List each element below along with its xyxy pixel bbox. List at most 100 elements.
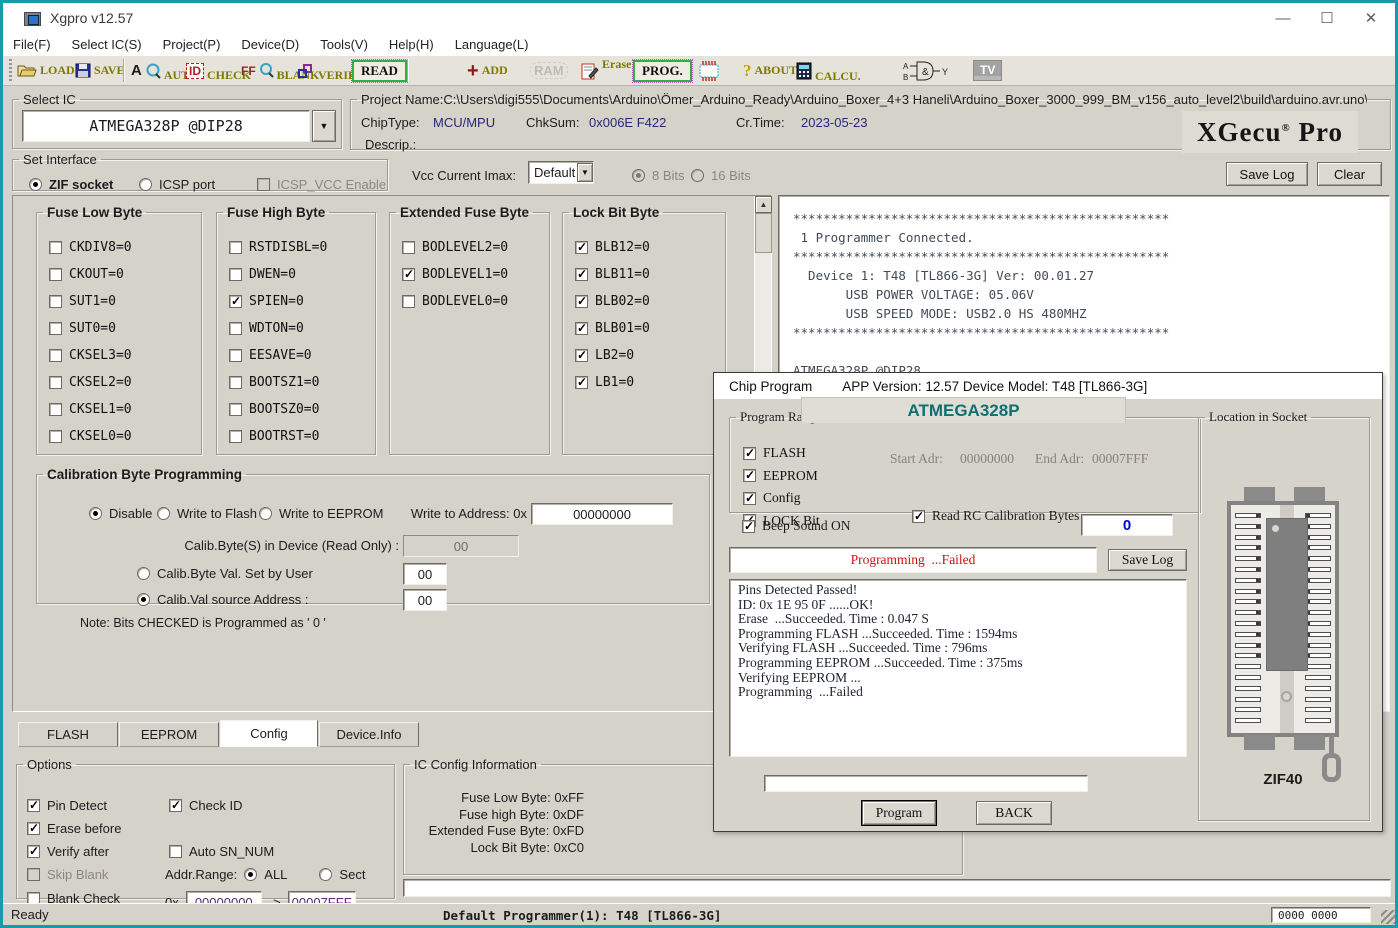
menu-language[interactable]: Language(L) <box>455 37 529 52</box>
write-address-input[interactable]: 00000000 <box>531 503 673 525</box>
menu-select-ic[interactable]: Select IC(S) <box>72 37 142 52</box>
menu-file[interactable]: File(F) <box>13 37 51 52</box>
checkbox-box[interactable] <box>49 376 62 389</box>
dialog-save-log-button[interactable]: Save Log <box>1108 549 1187 571</box>
checkbox-box[interactable] <box>402 268 415 281</box>
menu-project[interactable]: Project(P) <box>163 37 221 52</box>
checkbox-ckdiv8-0[interactable]: CKDIV8=0 <box>49 240 201 255</box>
checkbox-box[interactable] <box>229 349 242 362</box>
menu-device[interactable]: Device(D) <box>241 37 299 52</box>
addr-all-radio[interactable] <box>244 868 257 881</box>
checkbox-lb1-0[interactable]: LB1=0 <box>575 375 725 390</box>
zif-socket-radio[interactable]: ZIF socket <box>29 177 113 192</box>
about-button[interactable]: ? ABOUT <box>743 56 797 85</box>
minimize-button[interactable]: — <box>1261 3 1305 33</box>
back-button[interactable]: BACK <box>976 801 1052 825</box>
read-rc-checkbox[interactable]: Read RC Calibration Bytes <box>912 508 1079 524</box>
checkbox-eesave-0[interactable]: EESAVE=0 <box>229 348 375 363</box>
auto-sn-checkbox[interactable]: Auto SN_NUM <box>169 844 274 859</box>
src-addr-input[interactable]: 00 <box>403 589 447 611</box>
checkbox-box[interactable] <box>229 403 242 416</box>
erase-button[interactable]: Erase <box>581 56 631 85</box>
beep-sound-checkbox[interactable]: Beep Sound ON <box>742 518 851 534</box>
calib-disable-radio[interactable]: Disable <box>89 506 152 521</box>
checkbox-box[interactable] <box>402 295 415 308</box>
checkbox-box[interactable] <box>575 376 588 389</box>
ic-dropdown-button[interactable]: ▼ <box>312 110 336 142</box>
checkbox-box[interactable] <box>575 268 588 281</box>
tab-flash[interactable]: FLASH <box>18 722 118 747</box>
vcc-dropdown-button[interactable]: ▼ <box>577 163 593 182</box>
calib-src-addr-radio[interactable]: Calib.Val source Address : <box>137 592 309 607</box>
menu-help[interactable]: Help(H) <box>389 37 434 52</box>
checkbox-bodlevel2-0[interactable]: BODLEVEL2=0 <box>402 240 549 255</box>
checkbox-box[interactable] <box>229 430 242 443</box>
checkbox-box[interactable] <box>49 322 62 335</box>
tab-config[interactable]: Config <box>220 720 318 747</box>
read-button[interactable]: READ <box>352 56 407 85</box>
checkbox-bootsz1-0[interactable]: BOOTSZ1=0 <box>229 375 375 390</box>
checkbox-blb12-0[interactable]: BLB12=0 <box>575 240 725 255</box>
checkbox-bodlevel0-0[interactable]: BODLEVEL0=0 <box>402 294 549 309</box>
save-button[interactable]: SAVE <box>75 56 124 85</box>
checkbox-box[interactable] <box>229 241 242 254</box>
checkbox-sut0-0[interactable]: SUT0=0 <box>49 321 201 336</box>
erase-before-checkbox[interactable]: Erase before <box>27 821 121 836</box>
tab-device-info[interactable]: Device.Info <box>319 722 419 747</box>
scroll-up-button[interactable]: ▲ <box>755 196 772 213</box>
user-val-input[interactable]: 00 <box>403 563 447 585</box>
checkbox-box[interactable] <box>575 295 588 308</box>
checkbox-cksel0-0[interactable]: CKSEL0=0 <box>49 429 201 444</box>
checkbox-box[interactable] <box>743 492 756 505</box>
chip-icon-button[interactable] <box>697 56 721 85</box>
pin-detect-checkbox[interactable]: Pin Detect <box>27 798 107 813</box>
checkbox-cksel3-0[interactable]: CKSEL3=0 <box>49 348 201 363</box>
add-button[interactable]: + RAM ADD <box>467 56 508 85</box>
checkbox-box[interactable] <box>49 403 62 416</box>
program-button[interactable]: Program <box>862 801 936 825</box>
checkbox-blb11-0[interactable]: BLB11=0 <box>575 267 725 282</box>
checkbox-config[interactable]: Config <box>743 490 1200 506</box>
checkbox-box[interactable] <box>575 322 588 335</box>
tab-eeprom[interactable]: EEPROM <box>119 722 219 747</box>
checkbox-ckout-0[interactable]: CKOUT=0 <box>49 267 201 282</box>
checkbox-box[interactable] <box>229 322 242 335</box>
checkbox-box[interactable] <box>49 430 62 443</box>
checkbox-box[interactable] <box>402 241 415 254</box>
checkbox-box[interactable] <box>229 295 242 308</box>
checkbox-blb01-0[interactable]: BLB01=0 <box>575 321 725 336</box>
checkbox-box[interactable] <box>49 268 62 281</box>
calib-write-flash-radio[interactable]: Write to Flash <box>157 506 257 521</box>
check-id-checkbox[interactable]: Check ID <box>169 798 242 813</box>
checkbox-bootrst-0[interactable]: BOOTRST=0 <box>229 429 375 444</box>
checkbox-box[interactable] <box>229 268 242 281</box>
checkbox-cksel1-0[interactable]: CKSEL1=0 <box>49 402 201 417</box>
save-log-button[interactable]: Save Log <box>1226 162 1308 186</box>
ic-combobox[interactable]: ATMEGA328P @DIP28 <box>22 110 310 142</box>
checkbox-box[interactable] <box>49 349 62 362</box>
close-button[interactable]: ✕ <box>1349 3 1393 33</box>
calib-user-val-radio[interactable]: Calib.Byte Val. Set by User <box>137 566 313 581</box>
menu-tools[interactable]: Tools(V) <box>320 37 368 52</box>
checkbox-lb2-0[interactable]: LB2=0 <box>575 348 725 363</box>
calcu-button[interactable]: CALCU. <box>796 56 861 85</box>
tv-button[interactable]: TV <box>973 56 1002 85</box>
checkbox-spien-0[interactable]: SPIEN=0 <box>229 294 375 309</box>
clear-button[interactable]: Clear <box>1317 162 1382 186</box>
checkbox-bootsz0-0[interactable]: BOOTSZ0=0 <box>229 402 375 417</box>
verify-after-checkbox[interactable]: Verify after <box>27 844 109 859</box>
checkbox-box[interactable] <box>229 376 242 389</box>
checkbox-bodlevel1-0[interactable]: BODLEVEL1=0 <box>402 267 549 282</box>
checkbox-box[interactable] <box>49 241 62 254</box>
addr-sect-radio[interactable] <box>319 868 332 881</box>
logic-gate-button[interactable]: AB&Y <box>903 56 949 85</box>
checkbox-blb02-0[interactable]: BLB02=0 <box>575 294 725 309</box>
prog-button[interactable]: PROG. <box>633 56 692 85</box>
checkbox-eeprom[interactable]: EEPROM <box>743 468 1200 484</box>
resize-grip[interactable] <box>1381 910 1395 924</box>
checkbox-box[interactable] <box>743 447 756 460</box>
scroll-thumb[interactable] <box>755 213 772 253</box>
checkbox-rstdisbl-0[interactable]: RSTDISBL=0 <box>229 240 375 255</box>
maximize-button[interactable]: ☐ <box>1305 3 1349 33</box>
icsp-port-radio[interactable]: ICSP port <box>139 177 215 192</box>
